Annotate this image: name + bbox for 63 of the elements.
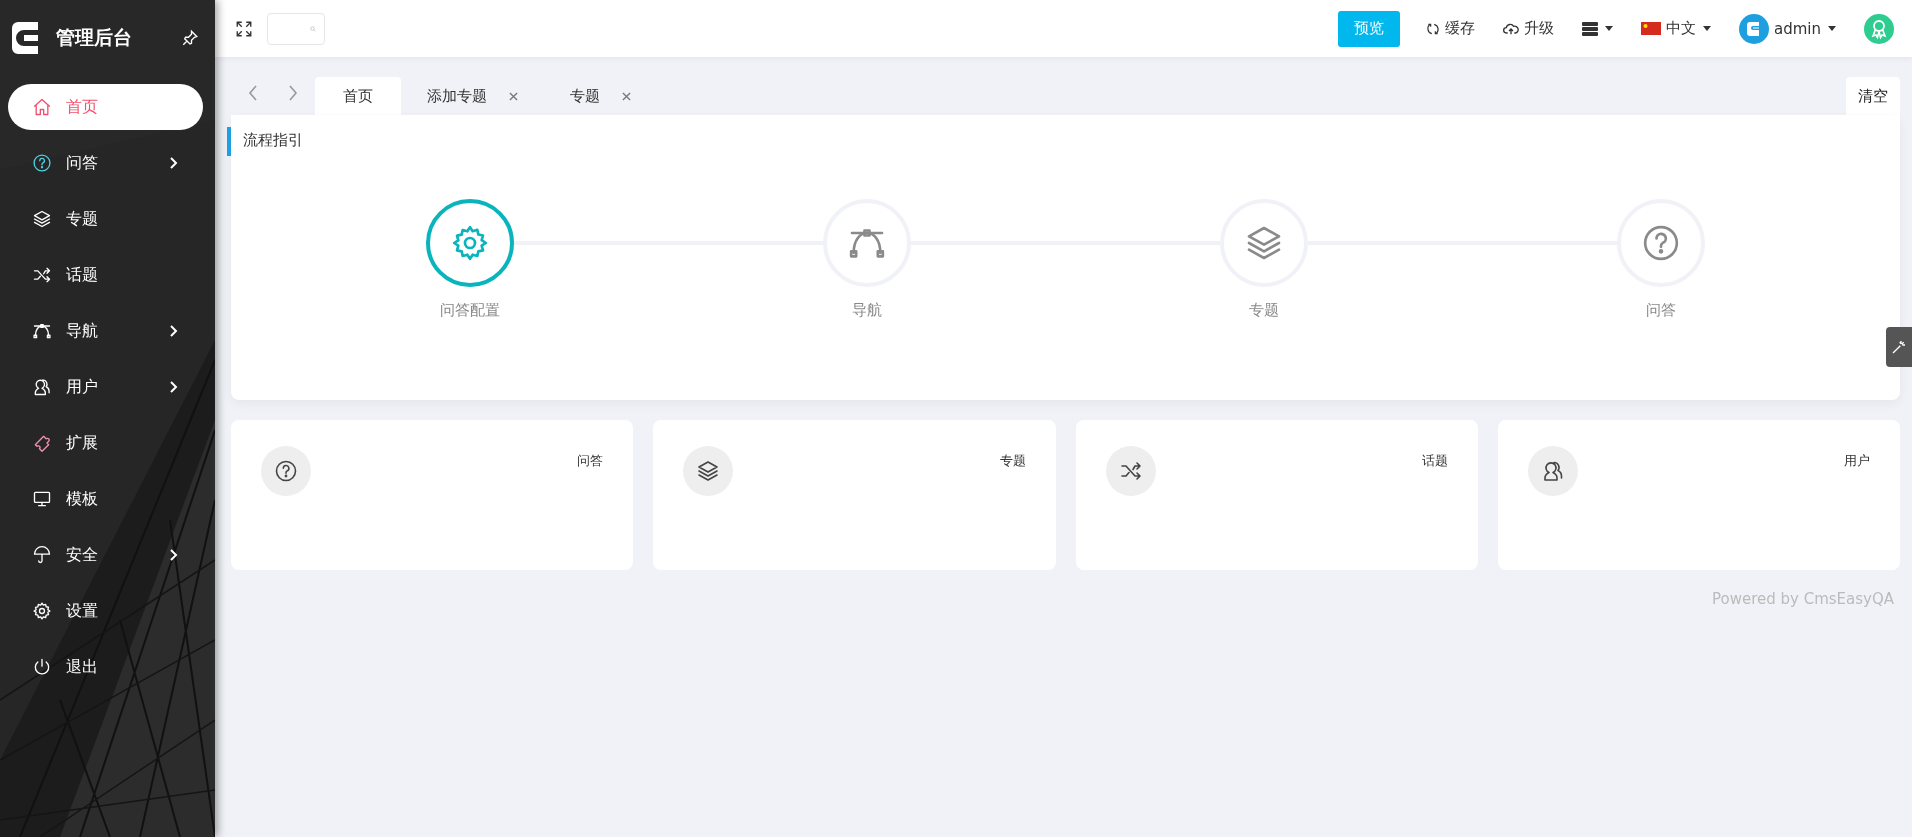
sidebar-item[interactable]: 问答 bbox=[8, 140, 203, 186]
shuffle-icon bbox=[32, 265, 52, 285]
tab[interactable]: 首页 bbox=[315, 77, 401, 115]
bezier-icon bbox=[32, 321, 52, 341]
home-icon bbox=[32, 97, 52, 117]
tab[interactable]: 专题 bbox=[544, 77, 657, 115]
award-icon[interactable] bbox=[1864, 13, 1894, 44]
layers-icon bbox=[32, 209, 52, 229]
sidebar-item[interactable]: 首页 bbox=[8, 84, 203, 130]
sidebar-item[interactable]: 用户 bbox=[8, 364, 203, 410]
user-icon bbox=[32, 377, 52, 397]
step-label: 问答 bbox=[1646, 301, 1677, 320]
pin-icon[interactable] bbox=[181, 29, 199, 47]
gear-icon bbox=[32, 601, 52, 621]
card-title: 话题 bbox=[1421, 452, 1448, 470]
question-icon bbox=[32, 153, 52, 173]
puzzle-icon bbox=[32, 433, 52, 453]
cache-button[interactable]: 缓存 bbox=[1426, 19, 1475, 38]
flag-icon bbox=[1641, 22, 1661, 35]
power-icon bbox=[32, 657, 52, 677]
footer-text: Powered by CmsEasyQA bbox=[1711, 590, 1894, 608]
avatar-icon bbox=[1739, 13, 1769, 44]
sidebar-item[interactable]: 退出 bbox=[8, 644, 203, 690]
card-title: 问答 bbox=[577, 452, 604, 470]
sidebar-item[interactable]: 话题 bbox=[8, 252, 203, 298]
card-title: 专题 bbox=[999, 452, 1026, 470]
close-icon[interactable] bbox=[622, 91, 631, 101]
caret-icon bbox=[1828, 26, 1836, 31]
umbrella-icon bbox=[32, 545, 52, 565]
sidebar-item[interactable]: 专题 bbox=[8, 196, 203, 242]
language-menu[interactable]: 中文 bbox=[1641, 19, 1711, 38]
step-label: 导航 bbox=[851, 301, 882, 320]
sidebar-item[interactable]: 模板 bbox=[8, 476, 203, 522]
sidebar-item[interactable]: 设置 bbox=[8, 588, 203, 634]
sidebar-item[interactable]: 安全 bbox=[8, 532, 203, 578]
refresh-icon bbox=[1426, 21, 1440, 36]
fullscreen-icon[interactable] bbox=[235, 19, 253, 38]
caret-icon bbox=[1703, 26, 1711, 31]
clear-tabs-button[interactable]: 清空 bbox=[1846, 77, 1900, 115]
magic-wand-icon bbox=[1891, 339, 1907, 355]
search-field[interactable] bbox=[267, 12, 325, 45]
question-icon bbox=[274, 459, 298, 483]
app-title: 管理后台 bbox=[56, 25, 133, 50]
layers-icon bbox=[696, 459, 721, 483]
close-icon[interactable] bbox=[509, 91, 518, 101]
monitor-icon bbox=[32, 489, 52, 509]
sidebar-item[interactable]: 扩展 bbox=[8, 420, 203, 466]
theme-tool-button[interactable] bbox=[1886, 327, 1912, 367]
user-menu[interactable]: admin bbox=[1739, 13, 1836, 44]
next-tab-icon[interactable] bbox=[287, 84, 299, 102]
server-menu-button[interactable] bbox=[1582, 21, 1613, 36]
sidebar-item[interactable]: 导航 bbox=[8, 308, 203, 354]
tab[interactable]: 添加专题 bbox=[401, 77, 544, 115]
shuffle-icon bbox=[1118, 459, 1143, 483]
upgrade-button[interactable]: 升级 bbox=[1503, 19, 1554, 38]
server-icon bbox=[1582, 21, 1598, 36]
cloud-upload-icon bbox=[1503, 21, 1519, 36]
section-title: 流程指引 bbox=[227, 127, 315, 156]
caret-icon bbox=[1605, 26, 1613, 31]
previous-tab-icon[interactable] bbox=[247, 84, 259, 102]
step-label: 专题 bbox=[1249, 301, 1280, 320]
step-label: 问答配置 bbox=[439, 301, 500, 320]
card-title: 用户 bbox=[1844, 452, 1870, 470]
